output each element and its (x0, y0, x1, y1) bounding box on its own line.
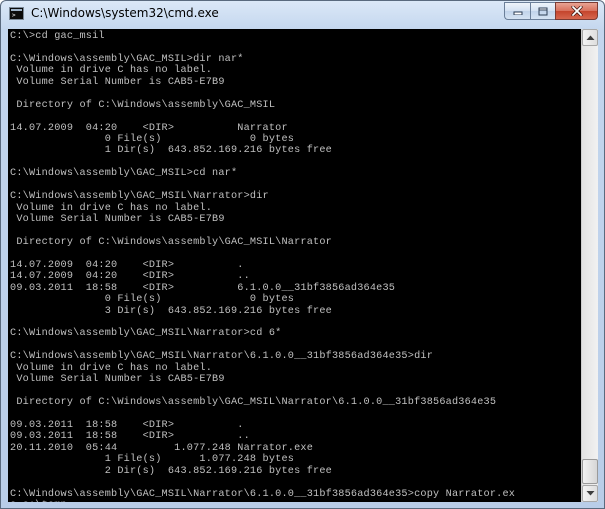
console-line: 09.03.2011 18:58 <DIR> 6.1.0.0__31bf3856… (10, 282, 396, 294)
scroll-down-button[interactable] (582, 485, 598, 502)
scroll-up-arrow-icon (586, 35, 595, 40)
console-line: 09.03.2011 18:58 <DIR> . (10, 419, 244, 431)
console-lines: C:\>cd gac_msil C:\Windows\assembly\GAC_… (10, 31, 515, 502)
maximize-button[interactable] (530, 2, 555, 20)
close-icon (570, 6, 583, 16)
console-line: 0 File(s) 0 bytes (10, 294, 295, 306)
console-line: C:\Windows\assembly\GAC_MSIL>cd nar* (10, 168, 238, 180)
console-line: 0 File(s) 0 bytes (10, 133, 295, 145)
console-line: Volume Serial Number is CAB5-E7B9 (10, 214, 225, 225)
console-line: Volume Serial Number is CAB5-E7B9 (10, 374, 225, 386)
window-controls (504, 2, 598, 21)
console-line: Directory of C:\Windows\assembly\GAC_MSI… (10, 236, 332, 248)
cmd-icon[interactable]: >_ (9, 7, 24, 20)
console-line: 14.07.2009 04:20 <DIR> Narrator (10, 122, 288, 134)
console-line: C:\Windows\assembly\GAC_MSIL>dir nar* (10, 53, 244, 65)
console-line: Volume Serial Number is CAB5-E7B9 (10, 76, 225, 88)
title-bar[interactable]: >_ C:\Windows\system32\cmd.exe (1, 1, 604, 27)
console-output[interactable]: C:\>cd gac_msil C:\Windows\assembly\GAC_… (8, 29, 581, 502)
console-line: Directory of C:\Windows\assembly\GAC_MSI… (10, 99, 276, 111)
svg-text:>_: >_ (12, 12, 20, 18)
console-line: 14.07.2009 04:20 <DIR> . (10, 259, 244, 271)
console-line: C:\Windows\assembly\GAC_MSIL\Narrator\6.… (10, 488, 516, 500)
console-line: C:\Windows\assembly\GAC_MSIL\Narrator>cd… (10, 328, 282, 340)
scroll-up-button[interactable] (582, 29, 598, 46)
console-line: C:\Windows\assembly\GAC_MSIL\Narrator>di… (10, 191, 269, 203)
console-line: e c:\temp (10, 500, 515, 502)
console-line: Directory of C:\Windows\assembly\GAC_MSI… (10, 397, 497, 408)
console-line: 09.03.2011 18:58 <DIR> .. (10, 431, 250, 443)
console-line: 1 Dir(s) 643.852.169.216 bytes free (10, 145, 332, 157)
console-line: C:\>cd gac_msil (10, 31, 105, 42)
console-line: 3 Dir(s) 643.852.169.216 bytes free (10, 305, 332, 317)
maximize-icon (538, 7, 548, 15)
console-line: Volume in drive C has no label. (10, 362, 213, 374)
window-title: C:\Windows\system32\cmd.exe (31, 6, 219, 20)
vertical-scrollbar[interactable] (581, 29, 598, 502)
console-line: C:\Windows\assembly\GAC_MSIL\Narrator\6.… (10, 351, 434, 363)
console-line: 20.11.2010 05:44 1.077.248 Narrator.exe (10, 442, 314, 454)
console-line: 14.07.2009 04:20 <DIR> .. (10, 271, 250, 283)
console-line: Volume in drive C has no label. (10, 65, 213, 77)
scroll-thumb[interactable] (582, 459, 598, 484)
minimize-icon (513, 11, 522, 15)
console-line: 2 Dir(s) 643.852.169.216 bytes free (10, 465, 332, 477)
close-button[interactable] (555, 2, 598, 20)
scroll-down-arrow-icon (586, 491, 595, 496)
minimize-button[interactable] (504, 2, 530, 20)
console-line: Volume in drive C has no label. (10, 202, 213, 214)
console-line: 1 File(s) 1.077.248 bytes (10, 454, 295, 466)
cmd-window: >_ C:\Windows\system32\cmd.exe C:\>cd ga… (0, 0, 605, 509)
